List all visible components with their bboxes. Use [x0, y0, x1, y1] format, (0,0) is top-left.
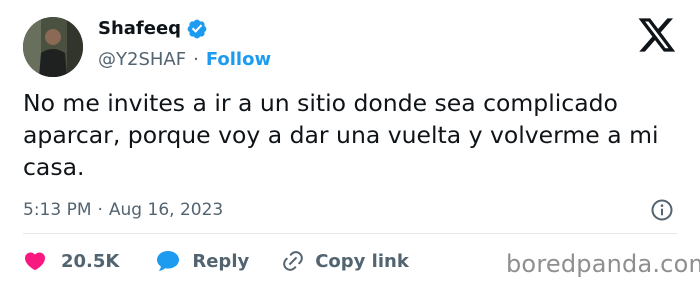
reply-label: Reply — [192, 250, 250, 272]
speech-bubble-icon — [155, 249, 181, 273]
action-bar: 20.5K Reply Copy link — [23, 246, 409, 276]
tweet-date: Aug 16, 2023 — [108, 200, 224, 220]
tweet-card: Shafeeq @Y2SHAF · Follow No me invites a… — [0, 0, 700, 287]
copy-link-button[interactable]: Copy link — [281, 249, 409, 273]
tweet-text: No me invites a ir a un sitio donde sea … — [23, 89, 659, 181]
timestamp-separator: · — [97, 200, 103, 220]
watermark: boredpanda.com — [506, 250, 700, 278]
avatar[interactable] — [23, 17, 83, 77]
heart-icon — [23, 249, 47, 273]
info-icon[interactable] — [650, 198, 674, 222]
reply-button[interactable]: Reply — [155, 249, 249, 273]
like-count: 20.5K — [61, 250, 120, 272]
user-name[interactable]: Shafeeq — [98, 17, 181, 41]
user-name-row: Shafeeq — [98, 17, 208, 41]
separator-dot: · — [193, 49, 199, 70]
copy-link-label: Copy link — [315, 250, 409, 272]
x-logo-icon[interactable] — [637, 18, 677, 52]
avatar-photo — [23, 17, 83, 77]
tweet-timestamp[interactable]: 5:13 PM · Aug 16, 2023 — [23, 198, 223, 222]
handle-row: @Y2SHAF · Follow — [98, 48, 271, 72]
divider — [23, 233, 677, 234]
user-handle[interactable]: @Y2SHAF — [98, 48, 186, 72]
follow-button[interactable]: Follow — [206, 48, 271, 72]
link-icon — [281, 249, 305, 273]
verified-badge-icon — [186, 18, 208, 40]
like-button[interactable]: 20.5K — [23, 249, 119, 273]
tweet-time: 5:13 PM — [23, 200, 92, 220]
